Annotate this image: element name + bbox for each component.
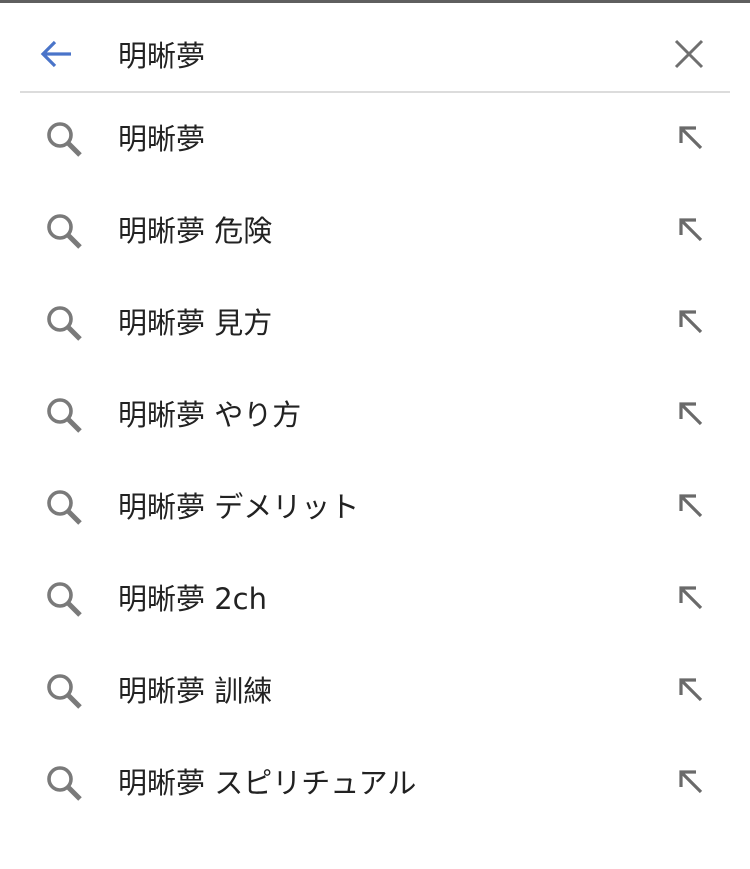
back-button[interactable] (36, 33, 78, 75)
arrow-up-left-icon (679, 402, 703, 426)
suggestion-item[interactable]: 明晰夢 2ch (0, 553, 750, 645)
suggestion-text: 明晰夢 やり方 (118, 398, 302, 432)
clear-button[interactable] (666, 33, 712, 75)
suggestion-text: 明晰夢 2ch (118, 582, 267, 616)
suggestion-item[interactable]: 明晰夢 見方 (0, 277, 750, 369)
fill-query-button[interactable] (668, 299, 714, 345)
search-icon (47, 490, 82, 525)
suggestion-text: 明晰夢 危険 (118, 214, 273, 248)
suggestion-text: 明晰夢 スピリチュアル (118, 766, 417, 800)
suggestion-list: 明晰夢 明晰夢 危険 明晰夢 見方 明晰夢 やり方 明晰夢 デメリット 明晰夢 … (0, 93, 750, 829)
fill-query-button[interactable] (668, 759, 714, 805)
fill-query-button[interactable] (668, 575, 714, 621)
suggestion-text: 明晰夢 デメリット (118, 490, 360, 524)
suggestion-item[interactable]: 明晰夢 やり方 (0, 369, 750, 461)
suggestion-item[interactable]: 明晰夢 スピリチュアル (0, 737, 750, 829)
search-page: 明晰夢 明晰夢 危険 明晰夢 見方 (0, 0, 750, 869)
search-bar (0, 3, 750, 91)
search-icon (47, 122, 82, 157)
search-input[interactable] (118, 33, 638, 75)
search-icon (47, 398, 82, 433)
suggestion-item[interactable]: 明晰夢 デメリット (0, 461, 750, 553)
search-icon (47, 306, 82, 341)
suggestion-item[interactable]: 明晰夢 危険 (0, 185, 750, 277)
fill-query-button[interactable] (668, 207, 714, 253)
search-icon (47, 214, 82, 249)
suggestion-text: 明晰夢 (118, 122, 206, 156)
arrow-up-left-icon (679, 586, 703, 610)
arrow-up-left-icon (679, 126, 703, 150)
arrow-up-left-icon (679, 310, 703, 334)
suggestion-text: 明晰夢 見方 (118, 306, 273, 340)
search-icon (47, 582, 82, 617)
search-icon (47, 674, 82, 709)
fill-query-button[interactable] (668, 483, 714, 529)
fill-query-button[interactable] (668, 115, 714, 161)
arrow-left-icon (40, 40, 71, 68)
search-icon (47, 766, 82, 801)
fill-query-button[interactable] (668, 667, 714, 713)
arrow-up-left-icon (679, 218, 703, 242)
suggestion-item[interactable]: 明晰夢 (0, 93, 750, 185)
arrow-up-left-icon (679, 494, 703, 518)
arrow-up-left-icon (679, 770, 703, 794)
suggestion-item[interactable]: 明晰夢 訓練 (0, 645, 750, 737)
arrow-up-left-icon (679, 678, 703, 702)
close-icon (674, 39, 704, 69)
fill-query-button[interactable] (668, 391, 714, 437)
suggestion-text: 明晰夢 訓練 (118, 674, 273, 708)
